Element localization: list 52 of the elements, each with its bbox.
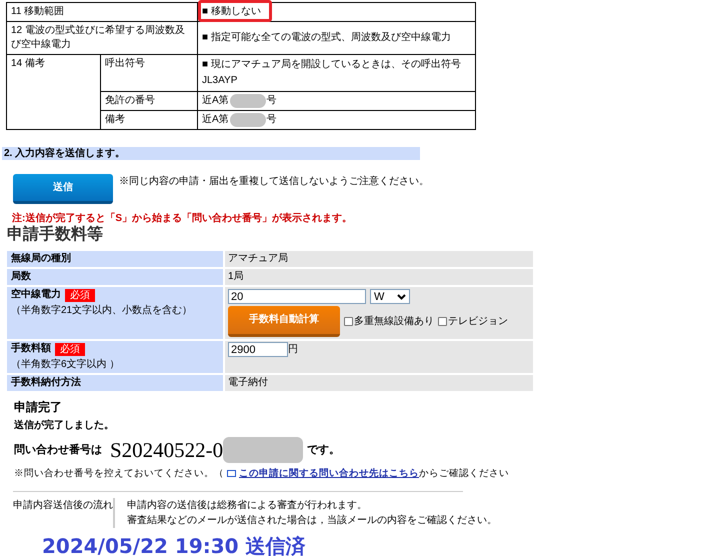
caution-text: ※同じ内容の申請・届出を重複して送信しないようご注意ください。: [119, 175, 429, 189]
cell-text: ■ 現にアマチュア局を開設しているときは、その呼出符号: [202, 58, 462, 72]
table-cell: 免許の番号: [100, 92, 198, 110]
flow-label: 申請内容送信後の流れ: [13, 498, 113, 513]
checkbox[interactable]: [438, 317, 447, 326]
cell-text: ■ 指定可能な全ての電波の型式、周波数及び空中線電力: [202, 32, 451, 43]
field-label: 無線局の種別: [11, 253, 71, 264]
fee-input[interactable]: 2900: [228, 342, 288, 357]
inquiry-note: ※問い合わせ番号を控えておいてください。（ この申請に関する問い合わせ先はこちらからご確認ください: [14, 467, 510, 481]
section-title: 申請手数料等: [7, 225, 104, 245]
field-hint: （半角数字6文字以内 ）: [11, 358, 120, 372]
flow-text: 申請内容の送信後は総務省による審査が行われます。: [127, 498, 368, 513]
sent-timestamp: 2024/05/22 19:30 送信済: [42, 534, 306, 556]
flow-text: 審査結果などのメールが送信された場合は，当該メールの内容をご確認ください。: [127, 514, 497, 528]
checkbox[interactable]: [344, 317, 353, 326]
unit-select[interactable]: W: [370, 289, 410, 304]
field-label: 手数料納付方法: [11, 377, 81, 388]
unit-text: 円: [288, 342, 298, 356]
checkbox-label: 多重無線設備あり: [354, 314, 434, 328]
cell-text: ■ 移動しない: [202, 6, 261, 17]
field-label: 手数料額: [11, 342, 51, 356]
completion-message: 送信が完了しました。: [14, 419, 115, 433]
table-cell: 12 電波の型式並びに希望する周波数及び空中線電力: [6, 22, 198, 54]
cell-text: JL3AYP: [202, 74, 238, 88]
field-value: 1局: [228, 271, 244, 282]
inquiry-number: S20240522-0: [110, 437, 224, 463]
section-header: 2. 入力内容を送信します。: [2, 147, 420, 160]
table-cell: 呼出符号: [100, 54, 198, 92]
field-value: 電子納付: [228, 377, 268, 388]
inquiry-suffix: です。: [307, 442, 340, 458]
checkbox-label: テレビジョン: [448, 314, 508, 328]
table-cell: 備考: [100, 110, 198, 130]
cell-text: 号: [266, 94, 277, 108]
note-text: 注:送信が完了すると「S」から始まる「問い合わせ番号」が表示されます。: [12, 212, 353, 225]
chevron-down-icon: [397, 294, 406, 300]
field-label: 局数: [11, 271, 31, 282]
cell-text: 近A第: [202, 94, 229, 108]
field-label: 空中線電力: [11, 288, 61, 302]
cell-text: 号: [266, 113, 277, 127]
power-input[interactable]: 20: [228, 289, 366, 304]
table-cell: 14 備考: [6, 54, 100, 130]
send-button[interactable]: 送信: [13, 174, 113, 204]
window-icon: [227, 470, 236, 478]
required-badge: 必須: [55, 342, 85, 356]
completion-title: 申請完了: [14, 399, 63, 415]
field-value: アマチュア局: [228, 253, 288, 264]
table-cell: 11 移動範囲: [6, 2, 198, 22]
inquiry-link[interactable]: この申請に関する問い合わせ先はこちら: [239, 467, 419, 481]
inquiry-label: 問い合わせ番号は: [14, 442, 102, 458]
required-badge: 必須: [65, 288, 95, 302]
cell-text: 近A第: [202, 113, 229, 127]
field-hint: （半角数字21文字以内、小数点を含む）: [11, 304, 194, 318]
